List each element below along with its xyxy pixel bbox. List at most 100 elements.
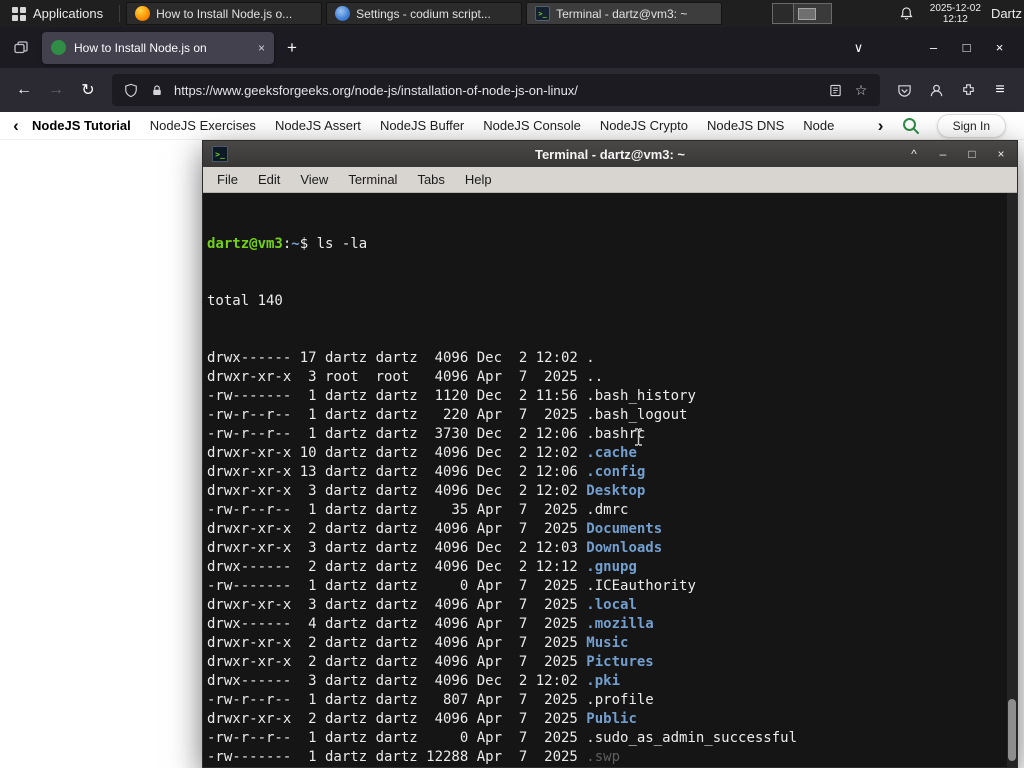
tab-close-icon[interactable]: × [258, 41, 265, 55]
site-nav-item[interactable]: NodeJS Buffer [380, 118, 464, 133]
reload-button[interactable]: ↻ [72, 75, 104, 105]
terminal-output: drwx------ 17 dartz dartz 4096 Dec 2 12:… [207, 349, 1003, 767]
site-nav-item[interactable]: NodeJS DNS [707, 118, 784, 133]
site-nav-item[interactable]: NodeJS Crypto [600, 118, 688, 133]
terminal-line: drwxr-xr-x 13 dartz dartz 4096 Dec 2 12:… [207, 463, 1003, 482]
file-name: . [586, 350, 595, 366]
file-meta: -rw-r--r-- 1 dartz dartz 35 Apr 7 2025 [207, 502, 587, 518]
terminal-line: -rw-r--r-- 1 dartz dartz 35 Apr 7 2025 .… [207, 501, 1003, 520]
file-name: .ICEauthority [586, 578, 696, 594]
navigation-toolbar: ← → ↻ https://www.geeksforgeeks.org/node… [0, 68, 1024, 112]
terminal-close-button[interactable]: × [994, 147, 1008, 161]
taskbar-button[interactable]: How to Install Node.js o... [126, 2, 323, 25]
terminal-line: -rw------- 1 dartz dartz 12288 Apr 7 202… [207, 748, 1003, 767]
taskbar-button[interactable]: Settings - codium script... [326, 2, 523, 25]
bookmark-star-icon[interactable]: ☆ [852, 80, 870, 100]
back-button[interactable]: ← [8, 75, 40, 105]
taskbar-button-label: How to Install Node.js o... [156, 6, 293, 21]
terminal-minimize-button[interactable]: – [936, 147, 950, 161]
maximize-button[interactable]: □ [950, 33, 983, 62]
workspace-1[interactable] [772, 4, 794, 23]
panel-username: Dartz [990, 6, 1022, 21]
shade-button[interactable]: ^ [907, 147, 921, 161]
file-meta: drwxr-xr-x 3 dartz dartz 4096 Dec 2 12:0… [207, 483, 587, 499]
site-nav-item[interactable]: NodeJS Assert [275, 118, 361, 133]
new-tab-button[interactable]: + [278, 34, 306, 62]
file-name: .gnupg [586, 559, 637, 575]
clock[interactable]: 2025-12-02 12:12 [930, 3, 981, 25]
terminal-command: ls -la [316, 236, 368, 252]
account-icon[interactable] [920, 75, 952, 105]
tab-title: How to Install Node.js on [74, 40, 207, 55]
forward-button[interactable]: → [40, 75, 72, 105]
terminal-line: drwx------ 17 dartz dartz 4096 Dec 2 12:… [207, 349, 1003, 368]
file-name: Pictures [586, 654, 654, 670]
site-nav-items: NodeJS Tutorial NodeJS Exercises NodeJS As… [32, 118, 871, 133]
terminal-titlebar[interactable]: Terminal - dartz@vm3: ~ >_ ^ – □ × [203, 141, 1017, 167]
top-panel: Applications How to Install Node.js o...… [0, 0, 1024, 27]
taskbar: How to Install Node.js o... Settings - co… [124, 0, 724, 27]
desktop: Applications How to Install Node.js o...… [0, 0, 1024, 768]
terminal-menubar: File Edit View Terminal Tabs Help [203, 167, 1017, 193]
file-meta: drwxr-xr-x 3 dartz dartz 4096 Dec 2 12:0… [207, 540, 587, 556]
reader-view-icon[interactable] [826, 80, 844, 100]
terminal-maximize-button[interactable]: □ [965, 147, 979, 161]
terminal-line: drwxr-xr-x 3 root root 4096 Apr 7 2025 .… [207, 368, 1003, 387]
terminal-menu-edit[interactable]: Edit [249, 169, 289, 190]
terminal-screen[interactable]: dartz@vm3:~$ ls -la total 140 drwx------… [203, 193, 1017, 767]
firefox-icon [135, 6, 151, 21]
terminal-menu-file[interactable]: File [208, 169, 247, 190]
site-nav-item[interactable]: Node [803, 118, 834, 133]
menu-hamburger-icon[interactable]: ≡ [984, 75, 1016, 105]
scrollbar-thumb[interactable] [1008, 699, 1016, 761]
file-meta: drwxr-xr-x 2 dartz dartz 4096 Apr 7 2025 [207, 635, 587, 651]
tracking-protection-shield-icon[interactable] [122, 80, 140, 100]
clock-time: 12:12 [942, 13, 968, 25]
workspace-2[interactable] [793, 4, 831, 23]
taskbar-button[interactable]: >_ Terminal - dartz@vm3: ~ [526, 2, 723, 25]
list-all-tabs-icon[interactable]: ∨ [842, 33, 875, 62]
terminal-menu-terminal[interactable]: Terminal [339, 169, 406, 190]
taskbar-button-label: Settings - codium script... [356, 6, 491, 21]
nav-scroll-left-icon[interactable]: ‹ [6, 116, 26, 136]
firefox-view-icon[interactable] [8, 35, 34, 61]
close-button[interactable]: × [983, 33, 1016, 62]
lock-icon[interactable] [148, 80, 166, 100]
nav-scroll-right-icon[interactable]: › [871, 116, 891, 136]
file-meta: drwx------ 3 dartz dartz 4096 Dec 2 12:0… [207, 673, 587, 689]
extensions-icon[interactable] [952, 75, 984, 105]
browser-tab[interactable]: How to Install Node.js on × [42, 31, 274, 64]
terminal-line: -rw------- 1 dartz dartz 0 Apr 7 2025 .I… [207, 577, 1003, 596]
terminal-line: drwxr-xr-x 2 dartz dartz 4096 Apr 7 2025… [207, 653, 1003, 672]
site-nav-item[interactable]: NodeJS Tutorial [32, 118, 131, 133]
terminal-menu-help[interactable]: Help [456, 169, 501, 190]
terminal-line: drwxr-xr-x 2 dartz dartz 4096 Apr 7 2025… [207, 520, 1003, 539]
url-bar[interactable]: https://www.geeksforgeeks.org/node-js/in… [112, 74, 880, 106]
site-nav-item[interactable]: NodeJS Console [483, 118, 581, 133]
terminal-line: drwxr-xr-x 3 dartz dartz 4096 Apr 7 2025… [207, 596, 1003, 615]
file-meta: drwx------ 2 dartz dartz 4096 Dec 2 12:1… [207, 559, 587, 575]
file-name: Desktop [586, 483, 646, 499]
notifications-bell-icon[interactable] [894, 0, 920, 27]
pocket-icon[interactable] [888, 75, 920, 105]
site-nav-item[interactable]: NodeJS Exercises [150, 118, 256, 133]
file-name: .local [586, 597, 637, 613]
terminal-icon: >_ [535, 6, 551, 21]
terminal-window-icon: >_ [212, 146, 228, 162]
terminal-window: Terminal - dartz@vm3: ~ >_ ^ – □ × File E… [202, 140, 1018, 768]
minimize-button[interactable]: – [917, 33, 950, 62]
file-meta: drwxr-xr-x 2 dartz dartz 4096 Apr 7 2025 [207, 654, 587, 670]
sign-in-button[interactable]: Sign In [936, 113, 1006, 138]
file-name: .profile [586, 692, 654, 708]
applications-menu-button[interactable]: Applications [0, 0, 115, 27]
terminal-line: -rw-r--r-- 1 dartz dartz 3730 Dec 2 12:0… [207, 425, 1003, 444]
search-icon[interactable] [901, 116, 921, 136]
terminal-scrollbar[interactable] [1007, 193, 1017, 767]
file-meta: drwxr-xr-x 2 dartz dartz 4096 Apr 7 2025 [207, 711, 587, 727]
terminal-menu-view[interactable]: View [291, 169, 337, 190]
terminal-menu-tabs[interactable]: Tabs [408, 169, 453, 190]
workspace-pager[interactable] [771, 3, 832, 24]
url-text[interactable]: https://www.geeksforgeeks.org/node-js/in… [174, 83, 818, 98]
file-meta: -rw------- 1 dartz dartz 0 Apr 7 2025 [207, 578, 587, 594]
tab-bar: How to Install Node.js on × + ∨ – □ × [0, 27, 1024, 68]
